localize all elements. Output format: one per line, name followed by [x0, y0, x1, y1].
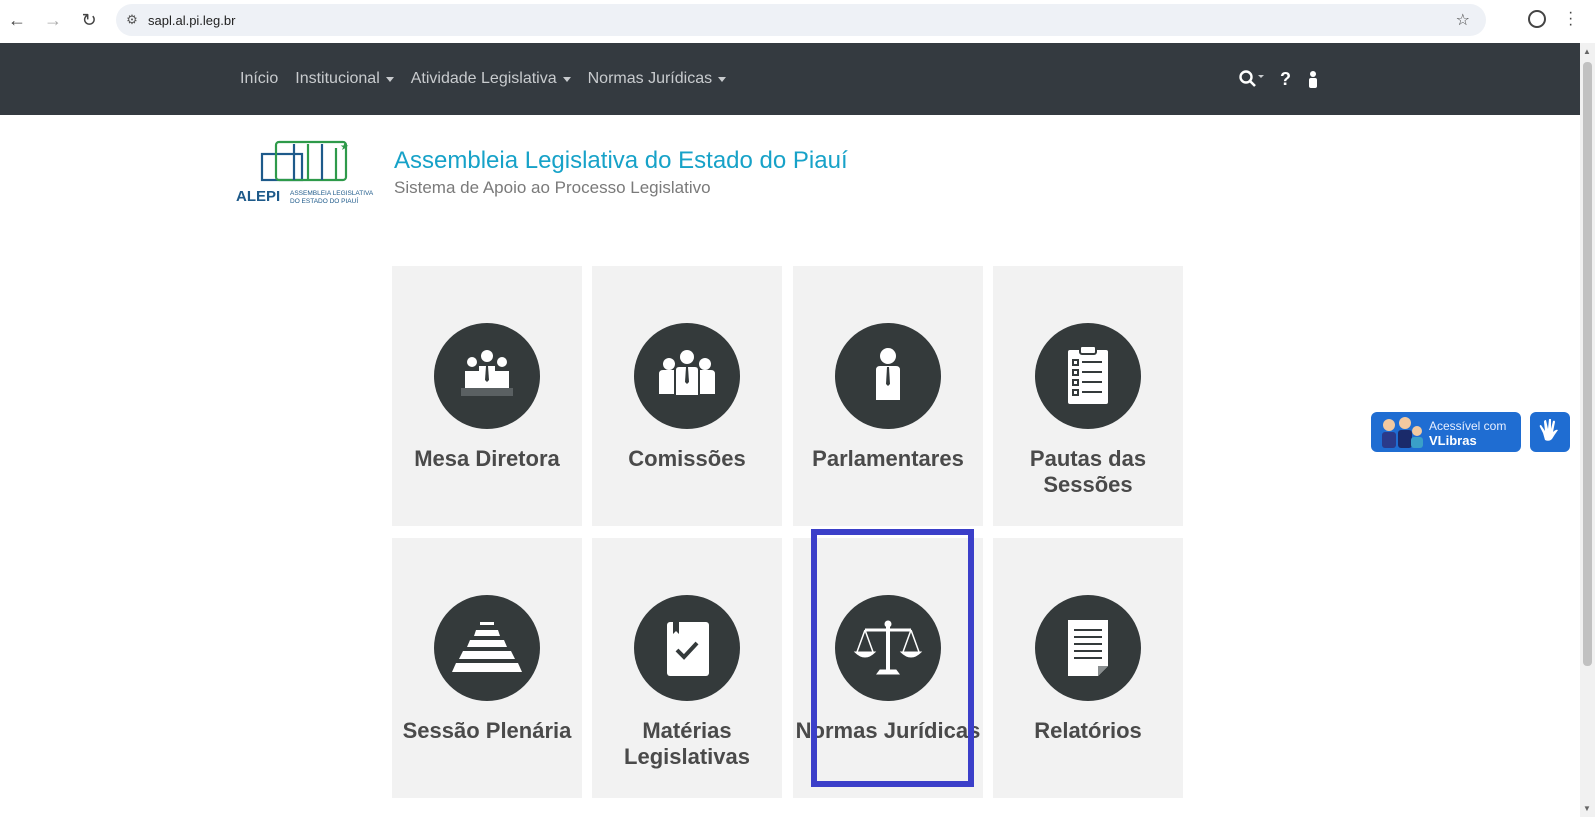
vlibras-hands-icon[interactable]: [1530, 412, 1570, 452]
site-settings-icon[interactable]: ⚙: [116, 12, 148, 28]
nav-institucional-label: Institucional: [295, 70, 380, 87]
site-title[interactable]: Assembleia Legislativa do Estado do Piau…: [394, 147, 848, 175]
tile-label: Parlamentares: [812, 446, 964, 471]
tile-label: Matérias Legislativas: [624, 718, 750, 769]
scroll-down-icon[interactable]: ▼: [1583, 804, 1591, 813]
site-navbar: Início Institucional Atividade Legislati…: [0, 43, 1580, 115]
person-icon: [835, 323, 941, 429]
tile-label: Mesa Diretora: [414, 446, 560, 471]
clipboard-icon: [1035, 323, 1141, 429]
bookmark-star-icon[interactable]: ☆: [1456, 10, 1470, 30]
nav-inicio-label: Início: [240, 70, 279, 87]
group-icon: [634, 323, 740, 429]
back-icon[interactable]: ←: [2, 5, 32, 35]
scroll-thumb[interactable]: [1583, 62, 1592, 666]
tile-label: Relatórios: [1034, 718, 1142, 743]
url-text: sapl.al.pi.leg.br: [148, 12, 236, 28]
search-icon[interactable]: [1238, 69, 1264, 89]
nav-inicio[interactable]: Início: [240, 70, 278, 88]
user-icon[interactable]: [1307, 70, 1319, 88]
tile-sessao-plenaria[interactable]: Sessão Plenária: [392, 538, 582, 798]
tile-parlamentares[interactable]: Parlamentares: [793, 266, 983, 526]
reload-icon[interactable]: ↻: [74, 5, 104, 35]
nav-atividade-legislativa[interactable]: Atividade Legislativa: [411, 70, 571, 88]
chevron-down-icon: [385, 76, 394, 82]
chevron-down-icon: [562, 76, 571, 82]
logo-subtext-1: ASSEMBLEIA LEGISLATIVA: [290, 190, 374, 197]
nav-normas-label: Normas Jurídicas: [587, 70, 713, 87]
address-bar[interactable]: ⚙ sapl.al.pi.leg.br ☆: [116, 4, 1486, 36]
forward-icon[interactable]: →: [38, 5, 68, 35]
report-icon: [1035, 595, 1141, 701]
nav-right-icons: ?: [1238, 43, 1319, 115]
tile-mesa-diretora[interactable]: Mesa Diretora: [392, 266, 582, 526]
tile-comissoes[interactable]: Comissões: [592, 266, 782, 526]
chevron-down-icon: [718, 76, 727, 82]
board-icon: [434, 323, 540, 429]
scroll-up-icon[interactable]: ▲: [1583, 47, 1591, 56]
nav-normas-juridicas[interactable]: Normas Jurídicas: [587, 70, 727, 88]
plenary-icon: [434, 595, 540, 701]
nav-institucional[interactable]: Institucional: [295, 70, 394, 88]
tile-label: Pautas das Sessões: [1029, 446, 1147, 497]
nav-atividade-label: Atividade Legislativa: [410, 70, 557, 87]
site-subtitle: Sistema de Apoio ao Processo Legislativo: [394, 178, 711, 197]
help-icon[interactable]: ?: [1280, 69, 1291, 90]
vlibras-line1: Acessível com: [1429, 419, 1507, 433]
browser-menu-icon[interactable]: · · ·: [1568, 5, 1573, 33]
tile-label: Comissões: [628, 446, 746, 471]
tile-label: Sessão Plenária: [402, 718, 572, 743]
nav-menu: Início Institucional Atividade Legislati…: [240, 43, 727, 115]
book-check-icon: [634, 595, 740, 701]
vlibras-avatars-icon: [1382, 417, 1423, 448]
selection-highlight: [811, 529, 974, 787]
tile-materias-legislativas[interactable]: Matérias Legislativas: [592, 538, 782, 798]
logo-text: ALEPI: [236, 188, 280, 205]
page-scrollbar[interactable]: ▲ ▼: [1580, 43, 1595, 817]
logo-subtext-2: DO ESTADO DO PIAUÍ: [290, 196, 358, 205]
alepi-logo[interactable]: ★ ALEPI ASSEMBLEIA LEGISLATIVA DO ESTADO…: [236, 140, 376, 208]
vlibras-line2: VLibras: [1429, 433, 1477, 448]
browser-toolbar: ← → ↻ ⚙ sapl.al.pi.leg.br ☆ · · ·: [0, 0, 1595, 43]
tile-pautas-das-sessoes[interactable]: Pautas das Sessões: [993, 266, 1183, 526]
tile-relatorios[interactable]: Relatórios: [993, 538, 1183, 798]
svg-text:★: ★: [340, 142, 349, 153]
vlibras-badge[interactable]: Acessível com VLibras: [1371, 412, 1521, 452]
profile-icon[interactable]: [1528, 10, 1546, 28]
